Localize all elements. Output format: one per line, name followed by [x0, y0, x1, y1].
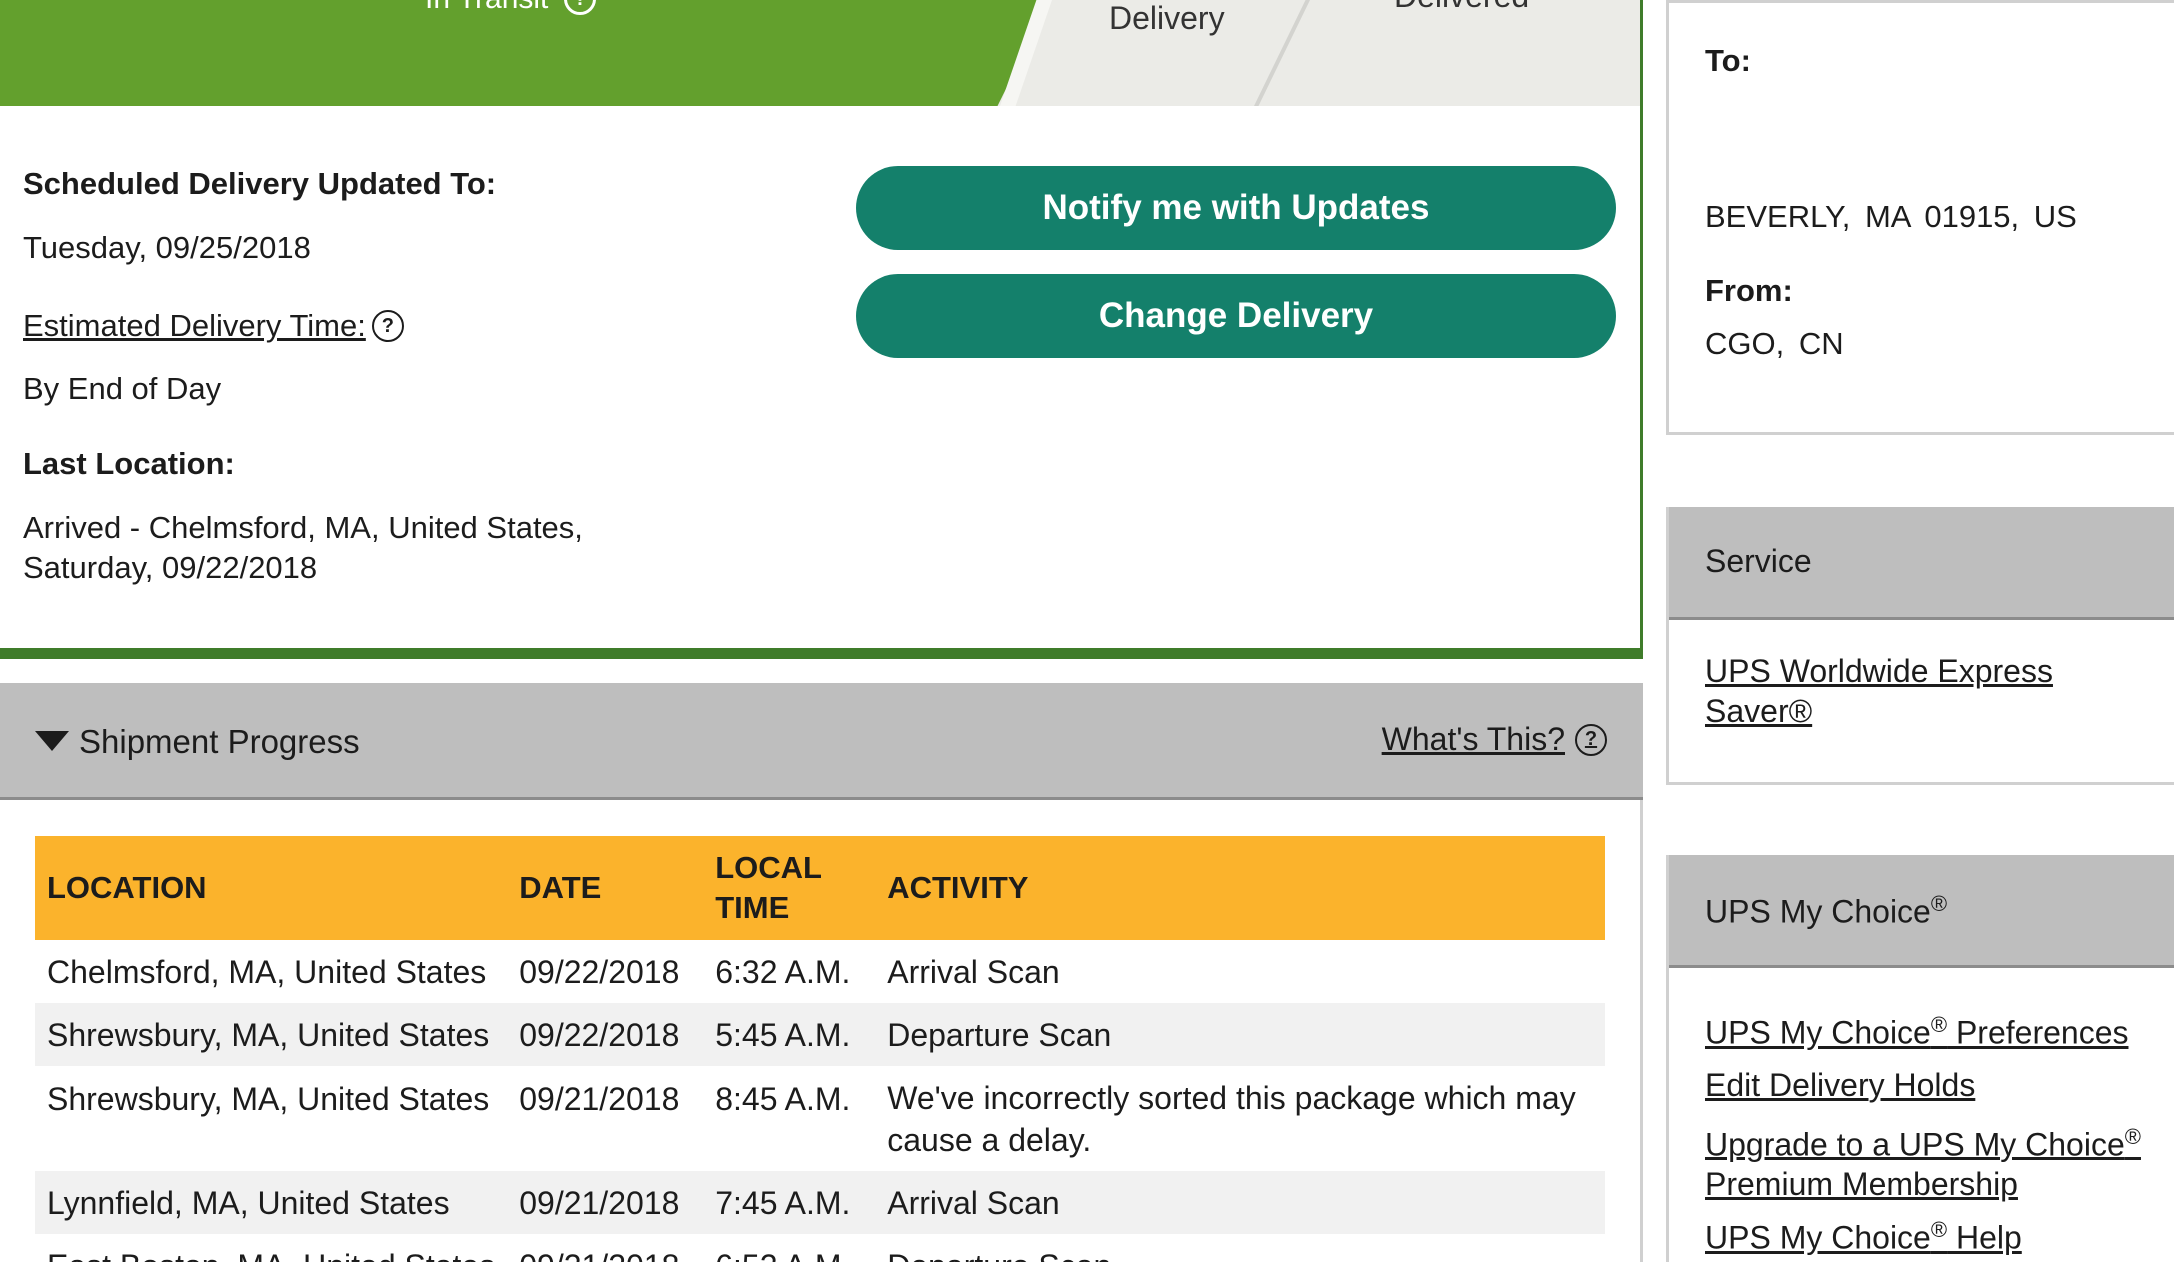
cell-activity: Arrival Scan — [887, 953, 1060, 990]
cell-activity: Departure Scan — [875, 1003, 1605, 1066]
my-choice-help-link[interactable]: UPS My Choice® Help — [1705, 1204, 2141, 1262]
to-address: BEVERLY, MA 01915, US — [1705, 199, 2077, 234]
table-row: East Boston, MA, United States 09/21/201… — [35, 1234, 1605, 1262]
column-header-activity: ACTIVITY — [875, 836, 1605, 940]
address-card: To: BEVERLY, MA 01915, US From: CGO, CN — [1666, 0, 2174, 435]
column-header-date: DATE — [507, 836, 704, 940]
my-choice-card: UPS My Choice® UPS My Choice® Preference… — [1666, 855, 2174, 1262]
service-card: Service UPS Worldwide Express Saver® — [1666, 507, 2174, 785]
registered-mark: ® — [1930, 1217, 1948, 1243]
table-row: Shrewsbury, MA, United States 09/22/2018… — [35, 1003, 1605, 1066]
collapse-triangle-icon[interactable] — [35, 731, 69, 751]
last-location-line: Arrived - Chelmsford, MA, United States, — [23, 510, 583, 545]
help-icon[interactable]: ? — [1575, 723, 1607, 756]
to-label: To: — [1705, 43, 1751, 78]
link-text[interactable]: UPS My Choice — [1705, 1015, 1931, 1051]
estimated-delivery-time-link[interactable]: Estimated Delivery Time: — [23, 306, 366, 346]
my-choice-preferences-link[interactable]: UPS My Choice® Preferences — [1705, 999, 2141, 1059]
my-choice-card-header: UPS My Choice® — [1669, 855, 2174, 968]
cell-date: 09/22/2018 — [507, 1003, 704, 1066]
help-icon[interactable]: ? — [371, 310, 404, 342]
registered-mark: ® — [1930, 891, 1948, 916]
cell-location: Chelmsford, MA, United States — [47, 953, 487, 990]
service-card-header: Service — [1669, 507, 2174, 620]
link-text[interactable]: Premium Membership — [1705, 1166, 2018, 1202]
progress-step-active-label: In Transit — [425, 0, 548, 16]
from-address: CGO, CN — [1705, 326, 1844, 361]
service-link-line[interactable]: Saver® — [1705, 691, 2053, 731]
scheduled-delivery-label: Scheduled Delivery Updated To: — [23, 166, 497, 201]
cell-time: 5:45 A.M. — [703, 1003, 876, 1066]
change-delivery-button[interactable]: Change Delivery — [856, 274, 1616, 358]
cell-location: East Boston, MA, United States — [35, 1234, 507, 1262]
cell-time: 6:52 A.M. — [703, 1234, 875, 1262]
shipment-progress-header[interactable]: Shipment Progress What's This? ? — [0, 683, 1643, 800]
cell-location: Shrewsbury, MA, United States — [47, 1081, 490, 1117]
help-icon[interactable]: ? — [564, 0, 597, 15]
cell-date: 09/21/2018 — [507, 1171, 704, 1234]
shipment-progress-body: LOCATION DATE LOCAL TIME ACTIVITY Chelms… — [0, 800, 1643, 1262]
link-text[interactable]: Upgrade to a UPS My Choice — [1705, 1126, 2125, 1162]
whats-this-link[interactable]: What's This? — [1382, 721, 1565, 758]
edit-delivery-holds-link[interactable]: Edit Delivery Holds — [1705, 1059, 2141, 1111]
table-row: Lynnfield, MA, United States 09/21/2018 … — [35, 1171, 1605, 1234]
progress-step-delivery: Delivery — [1109, 0, 1225, 36]
service-link-line[interactable]: UPS Worldwide Express — [1705, 651, 2053, 691]
cell-activity: Departure Scan — [875, 1234, 1605, 1262]
my-choice-heading: UPS My Choice® — [1705, 891, 1947, 931]
last-location-value: Arrived - Chelmsford, MA, United States,… — [23, 508, 583, 588]
table-row: Shrewsbury, MA, United States 09/21/2018… — [35, 1066, 1605, 1171]
scheduled-delivery-value: Tuesday, 09/25/2018 — [23, 230, 311, 265]
progress-tracker: In Transit ? Delivery Delivered — [0, 0, 1640, 106]
cell-activity: Arrival Scan — [875, 1171, 1605, 1234]
shipment-progress-title: Shipment Progress — [79, 723, 360, 760]
cell-location: Shrewsbury, MA, United States — [35, 1003, 508, 1066]
progress-step-delivered: Delivered — [1394, 0, 1529, 15]
cell-time: 7:45 A.M. — [703, 1171, 876, 1234]
cell-location: Lynnfield, MA, United States — [35, 1171, 508, 1234]
cell-time: 8:45 A.M. — [715, 1081, 851, 1117]
my-choice-heading-text: UPS My Choice — [1705, 893, 1931, 930]
link-text[interactable]: Preferences — [1947, 1015, 2129, 1051]
link-text[interactable]: Help — [1947, 1220, 2022, 1256]
service-link[interactable]: UPS Worldwide Express Saver® — [1705, 651, 2053, 731]
progress-divider — [1254, 0, 1310, 106]
notify-updates-button[interactable]: Notify me with Updates — [856, 166, 1616, 250]
registered-mark: ® — [2124, 1123, 2141, 1149]
cell-activity: We've incorrectly sorted this package wh… — [887, 1079, 1576, 1158]
cell-time: 6:32 A.M. — [715, 953, 851, 990]
cell-date: 09/22/2018 — [519, 953, 680, 990]
table-row: Chelmsford, MA, United States 09/22/2018… — [35, 940, 1605, 1003]
link-text[interactable]: UPS My Choice — [1705, 1220, 1931, 1256]
last-location-date: Saturday, 09/22/2018 — [23, 550, 318, 585]
cell-date: 09/21/2018 — [519, 1081, 680, 1117]
cell-date: 09/21/2018 — [507, 1234, 703, 1262]
service-heading: Service — [1705, 543, 1812, 579]
estimated-delivery-value: By End of Day — [23, 371, 222, 406]
upgrade-membership-link[interactable]: Upgrade to a UPS My Choice® Premium Memb… — [1705, 1117, 2141, 1205]
column-header-local-time: LOCAL TIME — [703, 836, 876, 940]
shipment-summary-card: In Transit ? Delivery Delivered Schedule… — [0, 0, 1643, 659]
last-location-label: Last Location: — [23, 446, 235, 481]
from-label: From: — [1705, 273, 1793, 308]
card-bottom-border — [0, 648, 1643, 659]
registered-mark: ® — [1930, 1012, 1948, 1037]
column-header-location: LOCATION — [35, 836, 508, 940]
shipment-history-table: LOCATION DATE LOCAL TIME ACTIVITY Chelms… — [35, 836, 1605, 1262]
